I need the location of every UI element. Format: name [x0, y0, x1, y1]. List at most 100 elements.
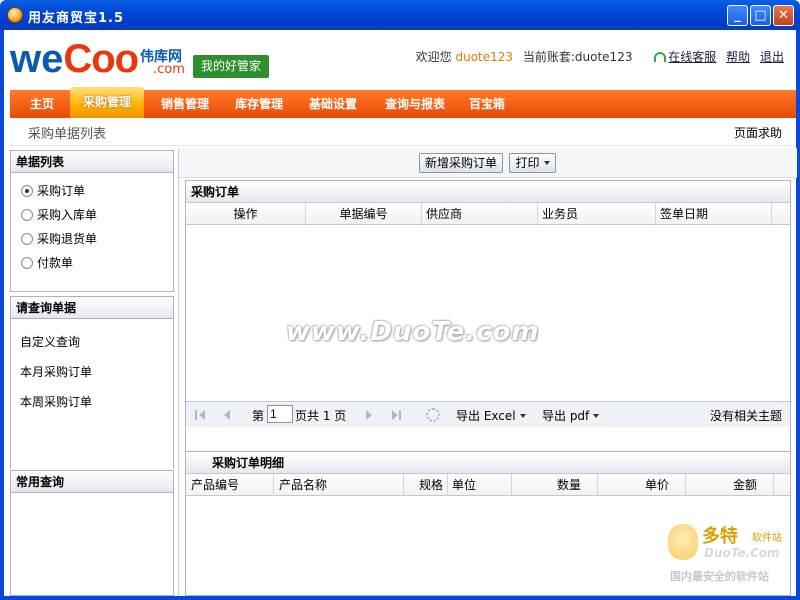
page-prefix: 第: [252, 409, 265, 423]
close-button[interactable]: ✕: [773, 5, 794, 26]
logo-domain: .com: [153, 62, 185, 77]
refresh-icon[interactable]: [426, 408, 440, 422]
nav-sales[interactable]: 销售管理: [152, 90, 218, 118]
chevron-down-icon: [543, 161, 550, 165]
col-sign-date[interactable]: 签单日期: [656, 203, 772, 225]
window-title: 用友商贸宝1.5: [28, 11, 125, 26]
corner-tagline: 国内最安全的软件站: [670, 570, 769, 583]
nav-query-reports[interactable]: 查询与报表: [376, 90, 454, 118]
logo: weCoo: [10, 36, 139, 82]
print-label: 打印: [515, 156, 540, 170]
page-help-link[interactable]: 页面求助: [734, 124, 782, 141]
corner-url: DuoTe.Com: [704, 546, 780, 560]
watermark: www.DuoTe.com: [286, 317, 540, 347]
detail-grid-header: 产品编号 产品名称 规格 单位 数量 单价 金额: [186, 474, 790, 496]
breadcrumb: 采购单据列表: [28, 127, 107, 142]
detail-grid-title: 采购订单明细: [186, 452, 790, 474]
prev-page-icon[interactable]: [224, 410, 230, 420]
col-spec[interactable]: 规格: [404, 474, 448, 496]
username: duote123: [455, 50, 514, 64]
radio-label: 采购退货单: [37, 232, 98, 246]
col-unit[interactable]: 单位: [448, 474, 512, 496]
logout-link[interactable]: 退出: [760, 50, 784, 64]
doc-list-panel: 单据列表 采购订单 采购入库单 采购退货单 付款单: [10, 150, 174, 292]
common-query-title: 常用查询: [11, 471, 173, 493]
online-service-link[interactable]: 在线客服: [668, 50, 716, 64]
first-page-bar: [195, 410, 197, 420]
mascot-icon: [668, 524, 698, 560]
col-doc-number[interactable]: 单据编号: [306, 203, 422, 225]
print-button[interactable]: 打印: [509, 153, 556, 173]
export-excel-button[interactable]: 导出 Excel: [456, 407, 526, 424]
query-this-week[interactable]: 本周采购订单: [11, 387, 173, 417]
last-page-bar: [399, 410, 401, 420]
logo-coo: Coo: [63, 37, 139, 81]
col-unit-price[interactable]: 单价: [598, 474, 686, 496]
last-page-icon[interactable]: [392, 410, 398, 420]
maximize-button[interactable]: □: [750, 5, 771, 26]
top-toolbar: 新增采购订单 打印: [179, 148, 797, 178]
radio-icon[interactable]: [21, 233, 33, 245]
user-bar: 欢迎您 duote123 当前账套:duote123 在线客服 帮助 退出: [416, 48, 784, 65]
account-label: 当前账套:: [522, 50, 575, 64]
nav-purchase[interactable]: 采购管理: [70, 87, 144, 118]
col-amount[interactable]: 金额: [686, 474, 774, 496]
first-page-icon[interactable]: [199, 410, 205, 420]
col-product-code[interactable]: 产品编号: [186, 474, 274, 496]
title-bar: 用友商贸宝1.5 _ □ ✕: [0, 0, 800, 30]
nav-home[interactable]: 主页: [20, 90, 64, 118]
common-query-panel: 常用查询: [10, 470, 174, 596]
welcome-label: 欢迎您: [415, 50, 452, 64]
page-suffix: 页共 1 页: [295, 409, 347, 423]
radio-icon[interactable]: [21, 185, 33, 197]
window-frame-bottom: [0, 596, 800, 600]
chevron-down-icon: [519, 414, 526, 418]
doc-list-title: 单据列表: [11, 151, 173, 173]
nav-inventory[interactable]: 库存管理: [226, 90, 292, 118]
main-nav: 主页 采购管理 销售管理 库存管理 基础设置 查询与报表 百宝箱: [10, 87, 796, 118]
app-icon: [7, 7, 23, 23]
col-action[interactable]: 操作: [186, 203, 306, 225]
doc-type-purchase-order[interactable]: 采购订单: [11, 179, 173, 203]
page-subheader: 采购单据列表 页面求助: [10, 118, 796, 146]
nav-toolbox[interactable]: 百宝箱: [462, 90, 512, 118]
export-excel-label: 导出 Excel: [456, 409, 516, 423]
window-frame-left: [0, 30, 4, 600]
logo-we: we: [10, 37, 64, 81]
corner-brand: 多特: [702, 526, 738, 547]
export-pdf-button[interactable]: 导出 pdf: [542, 407, 600, 424]
nav-basic-settings[interactable]: 基础设置: [300, 90, 366, 118]
doc-type-purchase-receipt[interactable]: 采购入库单: [11, 203, 173, 227]
query-this-month[interactable]: 本月采购订单: [11, 357, 173, 387]
order-grid-title: 采购订单: [186, 181, 790, 203]
purchase-order-grid: 采购订单 操作 单据编号 供应商 业务员 签单日期 www.DuoTe.com …: [185, 180, 791, 452]
doc-type-purchase-return[interactable]: 采购退货单: [11, 227, 173, 251]
radio-label: 采购订单: [37, 184, 86, 198]
radio-label: 付款单: [37, 256, 74, 270]
empty-message: 没有相关主题: [709, 409, 782, 423]
radio-icon[interactable]: [21, 209, 33, 221]
radio-label: 采购入库单: [37, 208, 98, 222]
query-custom[interactable]: 自定义查询: [11, 327, 173, 357]
col-supplier[interactable]: 供应商: [422, 203, 538, 225]
col-salesperson[interactable]: 业务员: [538, 203, 656, 225]
query-title: 请查询单据: [11, 297, 173, 319]
headset-icon: [654, 52, 667, 62]
new-purchase-order-button[interactable]: 新增采购订单: [419, 153, 503, 173]
radio-icon[interactable]: [21, 257, 33, 269]
query-panel: 请查询单据 自定义查询 本月采购订单 本周采购订单: [10, 296, 174, 468]
col-quantity[interactable]: 数量: [512, 474, 598, 496]
doc-type-payment[interactable]: 付款单: [11, 251, 173, 275]
chevron-down-icon: [593, 414, 600, 418]
order-grid-header: 操作 单据编号 供应商 业务员 签单日期: [186, 203, 790, 225]
next-page-icon[interactable]: [366, 410, 372, 420]
minimize-button[interactable]: _: [727, 5, 748, 26]
corner-brand-small: 软件站: [752, 533, 782, 544]
account-name: duote123: [574, 50, 633, 64]
help-link[interactable]: 帮助: [726, 50, 750, 64]
col-product-name[interactable]: 产品名称: [274, 474, 404, 496]
window-frame-right: [796, 30, 800, 600]
pager: 第 页共 1 页 导出 Excel 导出 pdf 没有相关主题: [186, 401, 790, 427]
page-number-input[interactable]: [267, 405, 293, 423]
export-pdf-label: 导出 pdf: [542, 409, 590, 423]
